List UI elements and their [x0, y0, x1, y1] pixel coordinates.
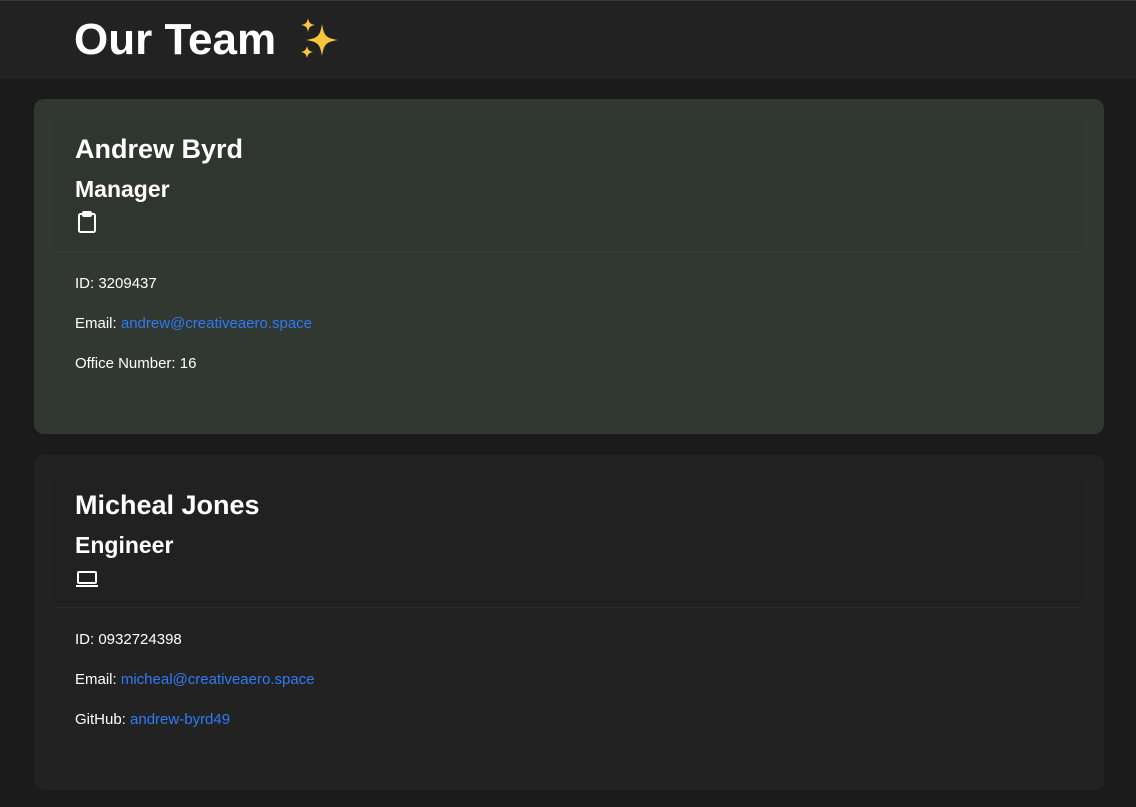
office-number-value: 16	[179, 355, 197, 372]
email-label: Email:	[75, 671, 117, 688]
github-label: GitHub:	[75, 711, 126, 728]
member-role: Manager	[75, 176, 170, 202]
member-role: Engineer	[75, 532, 174, 558]
id-label: ID:	[75, 631, 95, 648]
team-member-card-engineer: Micheal Jones Engineer ID: 0932724398 Em…	[34, 455, 1104, 790]
id-value: 0932724398	[98, 631, 182, 648]
email-link[interactable]: micheal@creativeaero.space	[121, 671, 315, 688]
github-link[interactable]: andrew-byrd49	[130, 711, 230, 728]
office-number-label: Office Number:	[75, 355, 176, 372]
card-header: Micheal Jones Engineer	[54, 475, 1082, 608]
card-body: ID: 0932724398 Email: micheal@creativeae…	[75, 630, 315, 750]
member-id: ID: 3209437	[75, 274, 312, 294]
laptop-icon	[75, 566, 99, 590]
page-title-text: Our Team	[74, 15, 277, 64]
page-header: Our Team	[0, 0, 1136, 79]
member-office-number: Office Number: 16	[75, 354, 312, 374]
email-link[interactable]: andrew@creativeaero.space	[121, 315, 312, 332]
member-name: Andrew Byrd	[75, 134, 244, 164]
card-header: Andrew Byrd Manager	[54, 119, 1082, 252]
member-id: ID: 0932724398	[75, 630, 315, 650]
email-label: Email:	[75, 315, 117, 332]
sparkles-icon	[296, 16, 344, 64]
id-label: ID:	[75, 275, 95, 292]
member-github: GitHub: andrew-byrd49	[75, 710, 315, 730]
card-body: ID: 3209437 Email: andrew@creativeaero.s…	[75, 274, 312, 394]
page-title: Our Team	[74, 14, 344, 66]
id-value: 3209437	[98, 275, 157, 292]
member-email: Email: andrew@creativeaero.space	[75, 314, 312, 334]
team-member-card-manager: Andrew Byrd Manager ID: 3209437 Email: a…	[34, 99, 1104, 434]
member-email: Email: micheal@creativeaero.space	[75, 670, 315, 690]
member-name: Micheal Jones	[75, 490, 260, 520]
clipboard-icon	[75, 210, 99, 234]
